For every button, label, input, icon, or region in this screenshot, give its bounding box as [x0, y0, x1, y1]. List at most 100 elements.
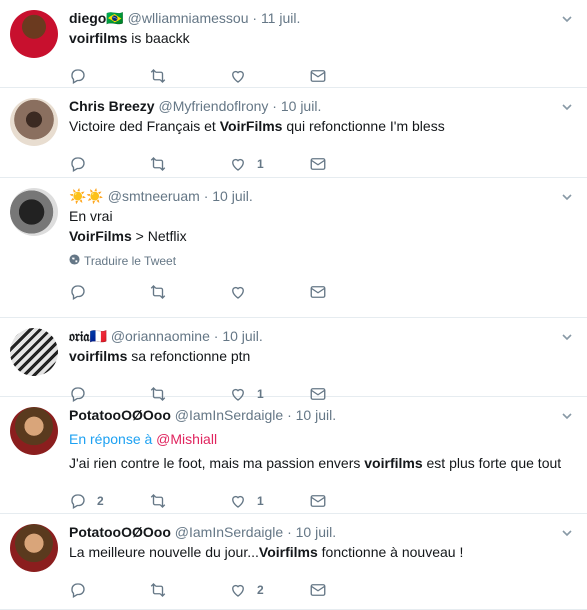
separator: ·	[203, 188, 209, 204]
author-handle[interactable]: @wlliamniamessou	[128, 10, 249, 26]
tweet-text: voirfilms is baackk	[69, 28, 575, 48]
like-button[interactable]	[229, 67, 309, 85]
like-button[interactable]: 1	[229, 492, 309, 510]
reply-prefix: En réponse à	[69, 431, 157, 447]
avatar[interactable]	[10, 10, 58, 58]
like-icon	[229, 581, 247, 599]
text-segment: J'ai rien contre le foot, mais ma passio…	[69, 455, 365, 471]
author-handle[interactable]: @Myfriendoflrony	[158, 98, 268, 114]
tweet-actions	[69, 274, 575, 310]
text-segment: Victoire ded Français et	[69, 118, 220, 134]
separator: ·	[287, 524, 292, 540]
reply-to-link[interactable]: @Mishiall	[156, 431, 217, 447]
like-count: 2	[257, 583, 264, 597]
author-handle[interactable]: @IamInSerdaigle	[175, 524, 283, 540]
like-button[interactable]: 1	[229, 155, 309, 173]
caret-down-icon[interactable]	[561, 526, 573, 538]
tweet[interactable]: ☀️☀️ @smtneeruam · 10 juil. En vrai VoirFi…	[0, 178, 587, 318]
retweet-button[interactable]	[149, 581, 229, 599]
direct-message-button[interactable]	[309, 283, 389, 301]
retweet-icon	[149, 581, 167, 599]
tweet-text: voirfilms sa refonctionne ptn	[69, 346, 575, 366]
direct-message-button[interactable]	[309, 67, 389, 85]
retweet-icon	[149, 155, 167, 173]
like-icon	[229, 283, 247, 301]
tweet[interactable]: PotatooOØOoo @IamInSerdaigle · 10 juil. E…	[0, 397, 587, 514]
tweet-date[interactable]: 10 juil.	[222, 328, 262, 344]
author-handle[interactable]: @IamInSerdaigle	[175, 407, 283, 423]
text-segment: est plus forte que tout	[422, 455, 562, 471]
tweet[interactable]: PotatooOØOoo @IamInSerdaigle · 10 juil. L…	[0, 514, 587, 610]
text-segment: fonctionne à nouveau !	[317, 544, 464, 560]
tweet-header: 𝔬𝔯𝔦𝔞🇫🇷 @oriannaomine · 10 juil.	[69, 326, 575, 346]
tweet[interactable]: Chris Breezy @Myfriendoflrony · 10 juil.…	[0, 88, 587, 178]
separator: ·	[287, 407, 292, 423]
reply-button[interactable]: 2	[69, 492, 149, 510]
reply-button[interactable]	[69, 283, 149, 301]
timeline: diego🇧🇷 @wlliamniamessou · 11 juil. voirf…	[0, 0, 587, 610]
retweet-button[interactable]	[149, 67, 229, 85]
avatar[interactable]	[10, 328, 58, 376]
avatar[interactable]	[10, 98, 58, 146]
tweet-date[interactable]: 10 juil.	[296, 524, 336, 540]
retweet-icon	[149, 283, 167, 301]
tweet-date[interactable]: 10 juil.	[281, 98, 321, 114]
like-icon	[229, 492, 247, 510]
caret-down-icon[interactable]	[561, 12, 573, 24]
tweet-actions: 2	[69, 572, 575, 608]
author-name[interactable]: Chris Breezy	[69, 98, 155, 114]
retweet-button[interactable]	[149, 155, 229, 173]
retweet-icon	[149, 67, 167, 85]
caret-down-icon[interactable]	[561, 190, 573, 202]
tweet-date[interactable]: 11 juil.	[261, 10, 300, 26]
retweet-icon	[149, 492, 167, 510]
author-name[interactable]: 𝔬𝔯𝔦𝔞	[69, 328, 89, 344]
reply-button[interactable]	[69, 581, 149, 599]
reply-count: 2	[97, 494, 104, 508]
keyword-highlight: Voirfilms	[258, 544, 318, 560]
like-button[interactable]	[229, 283, 309, 301]
author-handle[interactable]: @oriannaomine	[111, 328, 210, 344]
message-icon	[309, 581, 327, 599]
tweet-date[interactable]: 10 juil.	[212, 188, 252, 204]
text-segment: > Netflix	[131, 228, 187, 244]
keyword-highlight: VoirFilms	[69, 228, 132, 244]
author-name[interactable]: PotatooOØOoo	[69, 524, 171, 540]
direct-message-button[interactable]	[309, 155, 389, 173]
tweet-text: J'ai rien contre le foot, mais ma passio…	[69, 453, 575, 473]
caret-down-icon[interactable]	[561, 409, 573, 421]
caret-down-icon[interactable]	[561, 330, 573, 342]
tweet[interactable]: diego🇧🇷 @wlliamniamessou · 11 juil. voirf…	[0, 0, 587, 88]
author-name[interactable]: ☀️☀️	[69, 188, 104, 204]
reply-button[interactable]	[69, 155, 149, 173]
text-segment: qui refonctionne I'm bless	[282, 118, 445, 134]
reply-button[interactable]	[69, 67, 149, 85]
retweet-button[interactable]	[149, 283, 229, 301]
tweet[interactable]: 𝔬𝔯𝔦𝔞🇫🇷 @oriannaomine · 10 juil. voirfilms…	[0, 318, 587, 402]
author-name[interactable]: PotatooOØOoo	[69, 407, 171, 423]
like-count: 1	[257, 494, 264, 508]
author-handle[interactable]: @smtneeruam	[108, 188, 200, 204]
tweet-header: ☀️☀️ @smtneeruam · 10 juil.	[69, 186, 575, 206]
caret-down-icon[interactable]	[561, 100, 573, 112]
separator: ·	[213, 328, 219, 344]
direct-message-button[interactable]	[309, 581, 389, 599]
keyword-highlight: voirfilms	[364, 455, 423, 471]
author-name[interactable]: diego	[69, 10, 106, 26]
avatar[interactable]	[10, 188, 58, 236]
like-button[interactable]: 2	[229, 581, 309, 599]
tweet-header: PotatooOØOoo @IamInSerdaigle · 10 juil.	[69, 522, 575, 542]
tweet-actions: 1	[69, 146, 575, 182]
avatar[interactable]	[10, 407, 58, 455]
text-segment: En vrai	[69, 208, 113, 224]
tweet-date[interactable]: 10 juil.	[296, 407, 336, 423]
retweet-button[interactable]	[149, 492, 229, 510]
tweet-text: VoirFilms > Netflix	[69, 226, 575, 246]
avatar[interactable]	[10, 524, 58, 572]
direct-message-button[interactable]	[309, 492, 389, 510]
reply-icon	[69, 155, 87, 173]
tweet-header: diego🇧🇷 @wlliamniamessou · 11 juil.	[69, 8, 575, 28]
translate-tweet-link[interactable]: Traduire le Tweet	[69, 254, 575, 268]
translate-label: Traduire le Tweet	[84, 254, 177, 268]
reply-icon	[69, 67, 87, 85]
